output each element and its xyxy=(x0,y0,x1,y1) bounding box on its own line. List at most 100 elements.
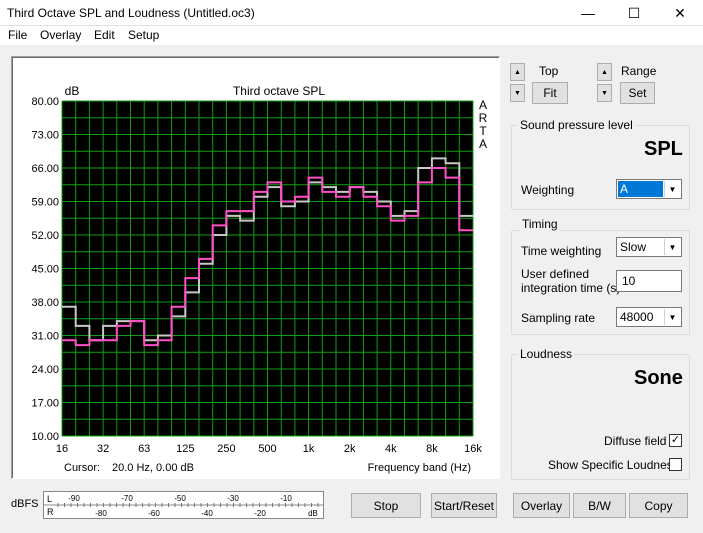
menu-file[interactable]: File xyxy=(8,28,27,42)
meter-channel-r: R xyxy=(47,507,54,517)
y-tick-label: 59.00 xyxy=(31,197,59,209)
integration-label-1: User defined xyxy=(521,267,590,281)
meter-top-tick-label: -30 xyxy=(227,494,239,503)
y-tick-label: 38.00 xyxy=(31,297,59,309)
y-tick-label: 17.00 xyxy=(31,398,59,410)
integration-time-input[interactable]: 10 xyxy=(616,270,682,292)
top-up-spin[interactable]: ▲ xyxy=(510,63,525,81)
meter-bottom-tick-label: dB xyxy=(308,509,318,518)
y-tick-label: 24.00 xyxy=(31,364,59,376)
menu-edit[interactable]: Edit xyxy=(94,28,115,42)
sone-big-label: Sone xyxy=(634,367,683,389)
show-specific-loudness-label: Show Specific Loudness xyxy=(548,458,679,472)
dbfs-label: dBFS xyxy=(11,498,39,510)
chevron-down-icon: ▼ xyxy=(664,181,680,197)
x-tick-label: 63 xyxy=(138,443,150,455)
menu-setup[interactable]: Setup xyxy=(128,28,159,42)
y-tick-labels: 80.00 73.00 66.00 59.00 52.00 45.00 38.00 31.00… xyxy=(31,96,59,443)
meter-bottom-tick-label: -40 xyxy=(201,509,213,518)
time-weighting-label: Time weighting xyxy=(521,244,602,258)
meter-bottom-tick-label: -80 xyxy=(95,509,107,518)
timing-group-title: Timing xyxy=(520,217,560,231)
meter-bottom-ticks: -80 -60 -40 -20 dB xyxy=(95,509,318,518)
title-bar: Third Octave SPL and Loudness (Untitled.… xyxy=(0,0,703,26)
x-tick-label: 4k xyxy=(385,443,397,455)
minimize-button[interactable]: — xyxy=(565,0,611,26)
meter-bottom-tick-label: -60 xyxy=(148,509,160,518)
y-tick-label: 10.00 xyxy=(31,431,59,443)
x-tick-label: 250 xyxy=(217,443,235,455)
chart-title: Third octave SPL xyxy=(233,84,325,98)
top-down-spin[interactable]: ▼ xyxy=(510,84,525,102)
y-tick-label: 73.00 xyxy=(31,130,59,142)
cursor-value: 20.0 Hz, 0.00 dB xyxy=(112,462,194,474)
chart-frame: Third octave SPL dB ARTA 80.00 73.00 66.00… xyxy=(11,56,500,479)
meter-top-tick-label: -70 xyxy=(121,494,133,503)
sampling-rate-select[interactable]: 48000 ▼ xyxy=(616,307,682,327)
meter-top-tick-label: -10 xyxy=(280,494,292,503)
stop-button[interactable]: Stop xyxy=(351,493,421,518)
range-down-spin[interactable]: ▼ xyxy=(597,84,612,102)
spl-big-label: SPL xyxy=(644,138,683,160)
set-button[interactable]: Set xyxy=(620,82,655,104)
chevron-down-icon: ▼ xyxy=(664,239,680,255)
side-label-char: A xyxy=(479,137,487,151)
maximize-button[interactable]: ☐ xyxy=(611,0,657,26)
range-label: Range xyxy=(621,64,657,78)
top-label: Top xyxy=(539,64,559,78)
x-tick-label: 1k xyxy=(303,443,315,455)
side-label-char: A xyxy=(479,98,487,112)
menu-overlay[interactable]: Overlay xyxy=(40,28,81,42)
y-tick-label: 66.00 xyxy=(31,163,59,175)
chevron-down-icon: ▼ xyxy=(664,309,680,325)
weighting-label: Weighting xyxy=(521,183,575,197)
x-tick-labels: 16 32 63 125 250 500 1k 2k 4k 8k 16k xyxy=(56,443,482,455)
meter-top-tick-label: -50 xyxy=(174,494,186,503)
menu-bar: File Overlay Edit Setup xyxy=(0,26,703,46)
spl-group-title: Sound pressure level xyxy=(518,118,635,132)
sampling-rate-value: 48000 xyxy=(620,310,654,324)
side-label-char: R xyxy=(479,111,488,125)
spl-chart[interactable]: Third octave SPL dB ARTA 80.00 73.00 66.00… xyxy=(12,57,499,478)
integration-label-2: integration time (s) xyxy=(521,281,621,295)
x-tick-label: 16 xyxy=(56,443,68,455)
y-tick-label: 80.00 xyxy=(31,96,59,108)
sampling-rate-label: Sampling rate xyxy=(521,311,596,325)
meter-bottom-tick-label: -20 xyxy=(254,509,266,518)
bw-button[interactable]: B/W xyxy=(573,493,626,518)
diffuse-field-checkbox[interactable]: ✓ xyxy=(669,434,682,447)
y-tick-label: 52.00 xyxy=(31,230,59,242)
x-tick-label: 500 xyxy=(258,443,276,455)
range-up-spin[interactable]: ▲ xyxy=(597,63,612,81)
x-tick-label: 8k xyxy=(426,443,438,455)
start-reset-button[interactable]: Start/Reset xyxy=(431,493,497,518)
time-weighting-select[interactable]: Slow ▼ xyxy=(616,237,682,257)
level-meter: -90 -70 -50 -30 -10 dB -80 -60 -40 -20 dB L R xyxy=(43,491,324,519)
time-weighting-value: Slow xyxy=(620,240,647,254)
meter-minor-ticks xyxy=(57,503,319,507)
meter-channel-l: L xyxy=(47,494,52,504)
copy-button[interactable]: Copy xyxy=(629,493,688,518)
grid-lines xyxy=(61,100,474,437)
x-tick-label: 16k xyxy=(464,443,482,455)
weighting-value: A xyxy=(620,182,629,196)
x-tick-label: 2k xyxy=(344,443,356,455)
overlay-button[interactable]: Overlay xyxy=(513,493,570,518)
y-tick-label: 45.00 xyxy=(31,264,59,276)
fit-button[interactable]: Fit xyxy=(532,82,568,104)
integration-time-value: 10 xyxy=(622,274,636,288)
window-title: Third Octave SPL and Loudness (Untitled.… xyxy=(7,6,255,20)
x-tick-label: 32 xyxy=(97,443,109,455)
show-specific-loudness-checkbox[interactable] xyxy=(669,458,682,471)
arta-side-label: ARTA xyxy=(479,98,488,151)
weighting-select[interactable]: A ▼ xyxy=(616,179,682,199)
side-label-char: T xyxy=(479,124,487,138)
y-unit-label: dB xyxy=(65,84,80,98)
x-axis-caption: Frequency band (Hz) xyxy=(368,462,471,474)
meter-top-ticks: -90-70-50-30-10dB xyxy=(68,494,292,503)
close-button[interactable]: ✕ xyxy=(657,0,703,26)
x-tick-label: 125 xyxy=(176,443,194,455)
diffuse-field-label: Diffuse field xyxy=(604,434,667,448)
cursor-label: Cursor: xyxy=(64,462,100,474)
meter-top-tick-label: -90 xyxy=(68,494,80,503)
